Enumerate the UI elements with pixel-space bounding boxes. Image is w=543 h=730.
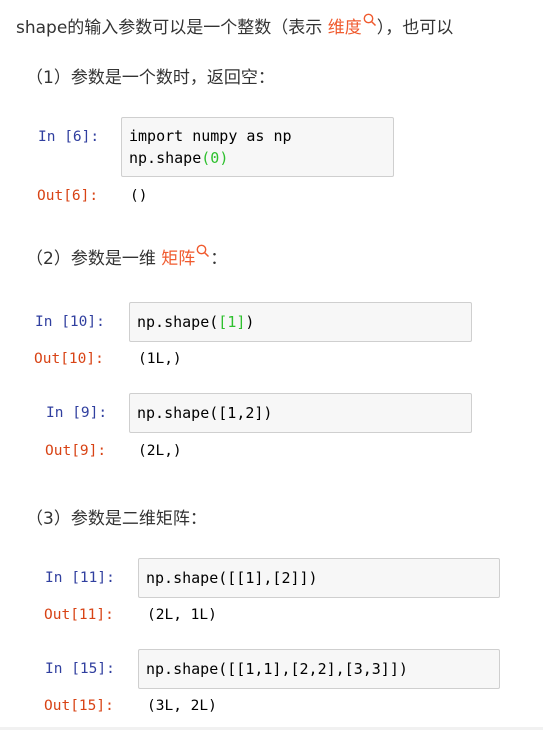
code-cell-9[interactable]: np.shape([1,2]) (129, 393, 472, 433)
out-prompt-10: Out[10]: (34, 351, 104, 367)
code-line: np.shape([1]) (137, 313, 255, 331)
output-value-9: (2L,) (138, 443, 182, 459)
code-line: np.shape([[1,1],[2,2],[3,3]]) (146, 660, 408, 678)
output-value-11: (2L, 1L) (147, 607, 217, 623)
in-prompt-15: In [15]: (45, 661, 115, 677)
out-prompt-15: Out[15]: (44, 698, 114, 714)
in-prompt-11: In [11]: (45, 570, 115, 586)
in-prompt-10: In [10]: (35, 314, 105, 330)
intro-text: shape的输入参数可以是一个整数（表示 (16, 18, 328, 38)
out-prompt-6: Out[6]: (37, 188, 99, 204)
in-prompt-6: In [6]: (38, 129, 100, 145)
intro-text-suffix: ），也可以 (376, 18, 454, 38)
code-cell-10[interactable]: np.shape([1]) (129, 302, 472, 342)
section-1-heading: （1）参数是一个数时，返回空： (26, 68, 275, 88)
code-line: np.shape(0) (129, 149, 229, 167)
out-prompt-9: Out[9]: (45, 443, 107, 459)
section-2-text: （2）参数是一维 (26, 249, 162, 269)
search-icon[interactable] (363, 13, 377, 27)
matrix-link[interactable]: 矩阵 (161, 249, 195, 269)
out-prompt-11: Out[11]: (44, 607, 114, 623)
in-prompt-9: In [9]: (46, 405, 108, 421)
output-value-6: () (130, 188, 148, 204)
intro-paragraph: shape的输入参数可以是一个整数（表示 维度 ），也可以 (16, 13, 453, 40)
dimension-link[interactable]: 维度 (328, 18, 362, 38)
code-cell-15[interactable]: np.shape([[1,1],[2,2],[3,3]]) (138, 649, 500, 689)
code-line: np.shape([[1],[2]]) (146, 569, 318, 587)
code-cell-11[interactable]: np.shape([[1],[2]]) (138, 558, 500, 598)
output-value-15: (3L, 2L) (147, 698, 217, 714)
search-icon[interactable] (196, 244, 210, 258)
section-2-heading: （2）参数是一维 矩阵 ： (26, 244, 227, 271)
code-line: import numpy as np (129, 127, 292, 145)
code-line: np.shape([1,2]) (137, 404, 273, 422)
code-cell-6[interactable]: import numpy as np np.shape(0) (121, 117, 394, 177)
section-2-colon: ： (210, 249, 228, 269)
section-3-heading: （3）参数是二维矩阵： (26, 509, 207, 529)
output-value-10: (1L,) (138, 351, 182, 367)
